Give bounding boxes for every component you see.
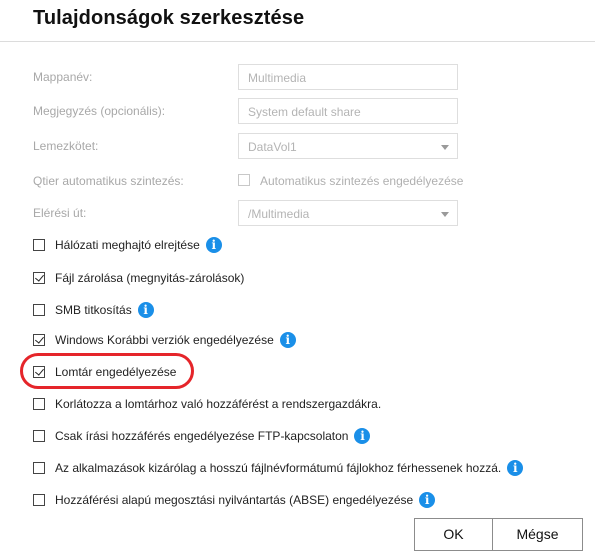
option-checkbox[interactable] [33, 334, 45, 346]
option-label: Lomtár engedélyezése [55, 365, 177, 379]
option-checkbox[interactable] [33, 462, 45, 474]
folder-name-field: Multimedia [238, 64, 458, 90]
option-label: SMB titkosítás [55, 303, 132, 317]
option-label: Fájl zárolása (megnyitás-zárolások) [55, 271, 245, 285]
volume-value: DataVol1 [248, 140, 297, 154]
option-checkbox[interactable] [33, 272, 45, 284]
option-checkbox[interactable] [33, 239, 45, 251]
ok-button[interactable]: OK [414, 518, 493, 551]
info-icon[interactable]: i [137, 302, 154, 318]
title-divider [0, 41, 595, 42]
dialog-title: Tulajdonságok szerkesztése [33, 7, 305, 29]
comment-value: System default share [248, 105, 361, 119]
option-checkbox[interactable] [33, 494, 45, 506]
folder-name-value: Multimedia [248, 71, 307, 85]
option-label: Hozzáférési alapú megosztási nyilvántart… [55, 493, 414, 507]
info-icon[interactable]: i [279, 332, 296, 348]
option-checkbox[interactable] [33, 398, 45, 410]
option-long-filename-only[interactable]: Az alkalmazások kizárólag a hosszú fájln… [33, 459, 524, 477]
info-icon[interactable]: i [419, 492, 436, 508]
qtier-checkbox-label: Automatikus szintezés engedélyezése [260, 174, 464, 188]
info-icon[interactable]: i [205, 237, 222, 253]
option-checkbox[interactable] [33, 304, 45, 316]
option-ftp-write-only[interactable]: Csak írási hozzáférés engedélyezése FTP-… [33, 427, 371, 445]
option-abse[interactable]: Hozzáférési alapú megosztási nyilvántart… [33, 491, 436, 509]
path-label: Elérési út: [33, 206, 87, 220]
option-windows-previous-versions[interactable]: Windows Korábbi verziók engedélyezése i [33, 331, 296, 349]
option-checkbox[interactable] [33, 366, 45, 378]
dropdown-arrow-icon [441, 145, 449, 150]
path-select: /Multimedia [238, 200, 458, 226]
dropdown-arrow-icon [441, 212, 449, 217]
option-smb-encryption[interactable]: SMB titkosítás i [33, 301, 154, 319]
qtier-label: Qtier automatikus szintezés: [33, 174, 184, 188]
info-icon[interactable]: i [507, 460, 524, 476]
option-hide-network-drive[interactable]: Hálózati meghajtó elrejtése i [33, 236, 222, 254]
volume-select: DataVol1 [238, 133, 458, 159]
option-label: Az alkalmazások kizárólag a hosszú fájln… [55, 461, 502, 475]
option-checkbox[interactable] [33, 430, 45, 442]
option-label: Windows Korábbi verziók engedélyezése [55, 333, 274, 347]
option-label: Hálózati meghajtó elrejtése [55, 238, 200, 252]
folder-name-label: Mappanév: [33, 70, 93, 84]
path-value: /Multimedia [248, 207, 310, 221]
info-icon[interactable]: i [354, 428, 371, 444]
option-recycle-bin[interactable]: Lomtár engedélyezése [33, 363, 176, 381]
option-label: Korlátozza a lomtárhoz való hozzáférést … [55, 397, 382, 411]
option-restrict-recycle-bin[interactable]: Korlátozza a lomtárhoz való hozzáférést … [33, 395, 381, 413]
comment-label: Megjegyzés (opcionális): [33, 104, 166, 118]
volume-label: Lemezkötet: [33, 139, 99, 153]
option-label: Csak írási hozzáférés engedélyezése FTP-… [55, 429, 349, 443]
cancel-button[interactable]: Mégse [492, 518, 583, 551]
qtier-checkbox [238, 174, 250, 186]
comment-field: System default share [238, 98, 458, 124]
option-file-locking[interactable]: Fájl zárolása (megnyitás-zárolások) [33, 269, 244, 287]
